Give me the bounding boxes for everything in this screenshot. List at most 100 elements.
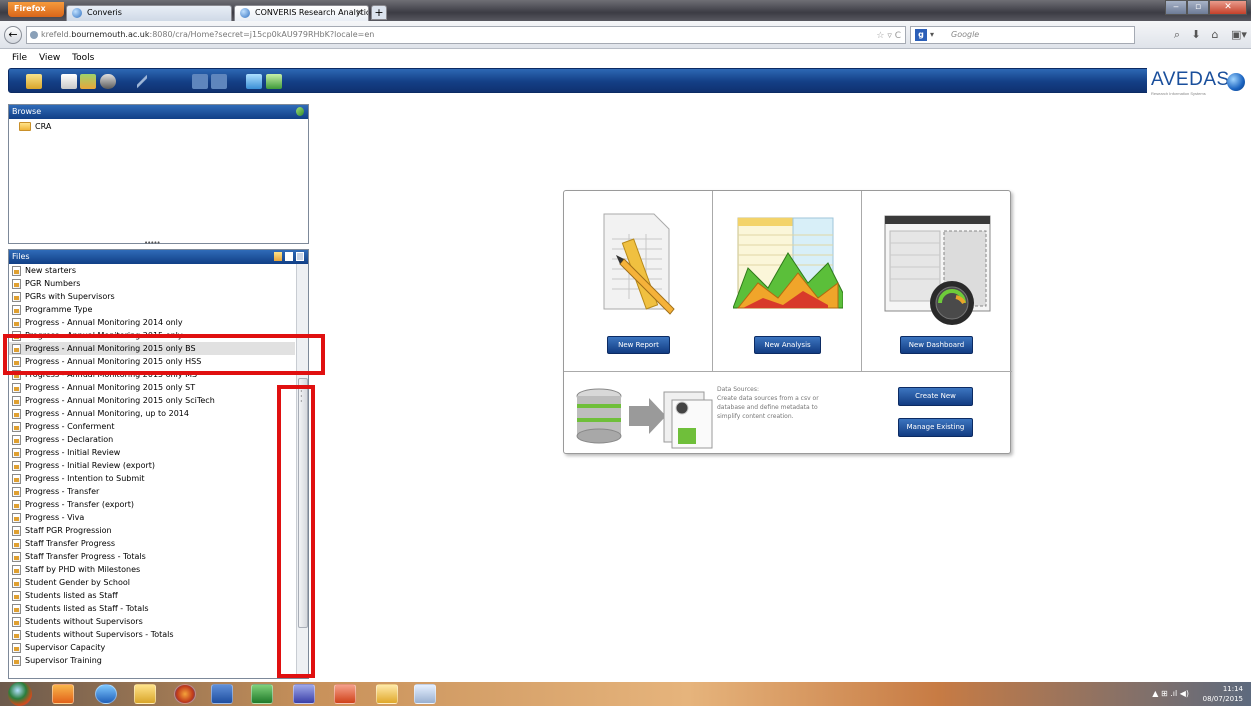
panel-splitter-handle[interactable]: ••••• [144,239,161,247]
create-new-button[interactable]: Create New [898,387,973,406]
file-list-item[interactable]: Students without Supervisors - Totals [9,628,295,641]
data-sources-title: Data Sources: [717,386,759,393]
file-list-item[interactable]: Progress - Annual Monitoring 2015 only S… [9,381,295,394]
logo-subtitle: Research Information Systems [1151,91,1206,96]
bookmarks-icon[interactable]: ▣▾ [1229,28,1249,42]
tab-close-icon[interactable]: × [355,6,363,20]
scrollbar-thumb[interactable] [298,378,308,628]
browse-panel-title: Browse [12,107,42,116]
converis-favicon-icon [72,8,82,18]
downloads-icon[interactable]: ⬇ [1189,28,1203,42]
search-engine-dropdown-icon[interactable]: ▾ [930,27,934,43]
list-view-icon[interactable] [296,252,304,261]
file-list-item[interactable]: Students without Supervisors [9,615,295,628]
file-name: Staff by PHD with Milestones [25,565,141,574]
file-list-item[interactable]: Supervisor Training [9,654,295,667]
report-file-icon [12,474,21,484]
file-list-item[interactable]: Progress - Annual Monitoring 2014 only [9,316,295,329]
file-list-item[interactable]: Progress - Initial Review (export) [9,459,295,472]
new-folder-icon[interactable] [26,74,42,89]
home-icon[interactable]: ⌂ [1208,28,1222,42]
file-list-item[interactable]: Staff by PHD with Milestones [9,563,295,576]
calculator-taskbar-icon[interactable] [414,684,436,704]
file-list-item[interactable]: Students listed as Staff [9,589,295,602]
menu-view[interactable]: View [39,53,60,63]
new-dashboard-icon[interactable] [100,74,116,89]
file-list-item[interactable]: Progress - Viva [9,511,295,524]
new-report-button[interactable]: New Report [607,336,670,354]
visio-taskbar-icon[interactable] [293,684,315,704]
file-explorer-taskbar-icon[interactable] [134,684,156,704]
system-tray-icons[interactable]: ▲ ⊞ .ıl ◀) [1152,689,1189,698]
file-list-item[interactable]: PGR Numbers [9,277,295,290]
new-analysis-button[interactable]: New Analysis [754,336,821,354]
new-dashboard-button[interactable]: New Dashboard [900,336,973,354]
window-controls: ‒ ▫ ✕ [1165,0,1247,16]
new-tab-button[interactable]: + [371,5,387,20]
file-list-item[interactable]: PGRs with Supervisors [9,290,295,303]
file-list-item[interactable]: Progress - Initial Review [9,446,295,459]
file-list-item[interactable]: Supervisor Capacity [9,641,295,654]
report-file-icon [12,487,21,497]
file-list-item[interactable]: Programme Type [9,303,295,316]
navigation-bar: ← krefeld.bournemouth.ac.uk:8080/cra/Hom… [0,21,1251,49]
close-window-button[interactable]: ✕ [1209,0,1247,15]
file-list-item[interactable]: Progress - Annual Monitoring 2015 only S… [9,394,295,407]
file-list-item[interactable]: Students listed as Staff - Totals [9,602,295,615]
file-list-item[interactable]: New starters [9,264,295,277]
report-illustration-icon [603,213,675,315]
refresh-icon[interactable] [296,107,304,116]
file-list-item[interactable]: Progress - Transfer [9,485,295,498]
file-list-item[interactable]: Progress - Annual Monitoring 2015 only H… [9,355,295,368]
edit-file-icon[interactable] [285,252,293,261]
file-list-item[interactable]: Staff PGR Progression [9,524,295,537]
powerpoint-taskbar-icon[interactable] [334,684,356,704]
menu-file[interactable]: File [12,53,27,63]
edit-icon[interactable] [137,74,147,89]
file-list-item[interactable]: Progress - Annual Monitoring 2015 only [9,329,295,342]
new-report-icon[interactable] [61,74,77,89]
file-list-item[interactable]: Staff Transfer Progress [9,537,295,550]
google-search-icon[interactable]: g [915,29,927,41]
file-name: Progress - Annual Monitoring, up to 2014 [25,409,189,418]
file-list-item[interactable]: Progress - Declaration [9,433,295,446]
site-identity-icon[interactable] [30,31,38,39]
start-button-icon[interactable] [8,682,32,706]
file-list-item[interactable]: Progress - Annual Monitoring, up to 2014 [9,407,295,420]
internet-explorer-taskbar-icon[interactable] [95,684,117,704]
search-icon[interactable]: ⌕ [1170,28,1184,42]
manage-existing-button[interactable]: Manage Existing [898,418,973,437]
save-as-icon[interactable] [211,74,227,89]
firefox-taskbar-icon[interactable] [174,684,196,704]
word-taskbar-icon[interactable] [211,684,233,704]
monitor-icon[interactable] [246,74,262,89]
file-list-item[interactable]: Progress - Intention to Submit [9,472,295,485]
file-list-scrollbar[interactable] [296,264,308,678]
search-input[interactable]: g ▾ Google [910,26,1135,44]
tree-item-cra[interactable]: CRA [19,122,298,131]
folder-view-icon[interactable] [274,252,282,261]
file-list-item[interactable]: Staff Transfer Progress - Totals [9,550,295,563]
url-bar-actions[interactable]: ☆ ▿ C [876,28,901,44]
save-icon[interactable] [192,74,208,89]
new-analysis-icon[interactable] [80,74,96,89]
tab-converis-analytics[interactable]: CONVERIS Research Analytics User C... × [234,5,369,21]
file-list-item[interactable]: Progress - Conferment [9,420,295,433]
url-bar[interactable]: krefeld.bournemouth.ac.uk:8080/cra/Home?… [26,26,906,44]
file-list-item[interactable]: Progress - Transfer (export) [9,498,295,511]
file-list-item[interactable]: Progress - Annual Monitoring 2015 only M… [9,368,295,381]
refresh-view-icon[interactable] [266,74,282,89]
excel-taskbar-icon[interactable] [251,684,273,704]
minimize-button[interactable]: ‒ [1165,0,1187,15]
firefox-menu-button[interactable]: Firefox [8,2,64,17]
outlook-taskbar-icon[interactable] [52,684,74,704]
pictures-taskbar-icon[interactable] [376,684,398,704]
back-button[interactable]: ← [4,26,22,44]
report-file-icon [12,461,21,471]
maximize-button[interactable]: ▫ [1187,0,1209,15]
file-list-item[interactable]: Progress - Annual Monitoring 2015 only B… [9,342,295,355]
file-list-item[interactable]: Student Gender by School [9,576,295,589]
clock[interactable]: 11:14 08/07/2015 [1203,684,1243,704]
menu-tools[interactable]: Tools [72,53,94,63]
tab-converis[interactable]: Converis [66,5,232,21]
